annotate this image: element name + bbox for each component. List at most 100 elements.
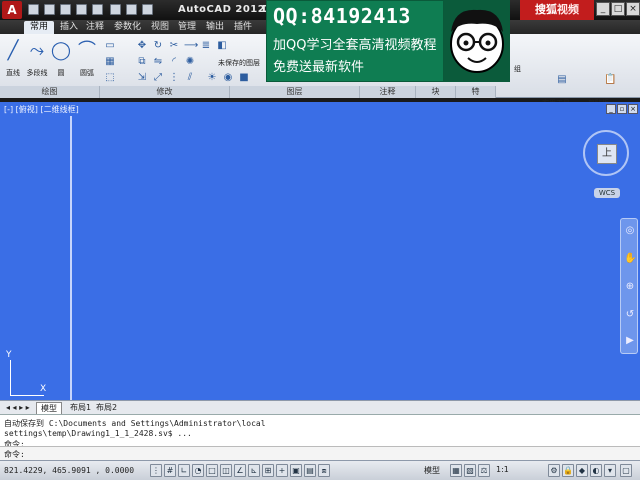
viewport-controls[interactable]: [-] [俯视] [二维线框] bbox=[4, 104, 79, 115]
isolate-objects-icon[interactable]: ◐ bbox=[590, 464, 602, 477]
extend-icon[interactable]: ⟶ bbox=[184, 40, 198, 52]
viewport-close-button[interactable]: × bbox=[628, 104, 638, 114]
layer-icon[interactable]: ◧ bbox=[216, 40, 228, 52]
rotate-icon[interactable]: ↻ bbox=[152, 40, 164, 52]
brand-watermark: 搜狐视频 bbox=[520, 0, 594, 20]
trim-icon[interactable]: ✂ bbox=[168, 40, 180, 52]
lock-ui-icon[interactable]: 🔒 bbox=[562, 464, 574, 477]
fillet-icon[interactable]: ◜ bbox=[168, 56, 180, 68]
tab-annotate[interactable]: 注释 bbox=[80, 21, 110, 34]
ducs-icon[interactable]: ⊾ bbox=[248, 464, 260, 477]
maximize-button[interactable]: □ bbox=[611, 2, 625, 16]
tab-layout1[interactable]: 布局1 bbox=[66, 402, 95, 414]
layer-state-text[interactable]: 未保存的图层 bbox=[218, 58, 260, 68]
tab-plugins[interactable]: 插件 bbox=[228, 21, 258, 34]
arc-button[interactable]: ⌒ 圆弧 bbox=[74, 38, 100, 82]
close-button[interactable]: × bbox=[626, 2, 640, 16]
hatch-icon[interactable]: ▦ bbox=[104, 56, 116, 68]
color-swatch-icon[interactable]: ■ bbox=[238, 72, 250, 84]
move-icon[interactable]: ✥ bbox=[136, 40, 148, 52]
quick-view-drawings-icon[interactable]: ▧ bbox=[464, 464, 476, 477]
region-icon[interactable]: ⬚ bbox=[104, 72, 116, 84]
panel-title-draw[interactable]: 绘图 bbox=[0, 86, 100, 98]
pan-icon[interactable]: ✋ bbox=[624, 253, 636, 265]
circle-button[interactable]: ◯ 圆 bbox=[48, 38, 74, 82]
drawn-line[interactable] bbox=[70, 116, 72, 400]
quick-properties-icon[interactable]: ▤ bbox=[304, 464, 316, 477]
tab-manage[interactable]: 管理 bbox=[172, 21, 202, 34]
array-icon[interactable]: ⋮ bbox=[168, 72, 180, 84]
mirror-icon[interactable]: ⇋ bbox=[152, 56, 164, 68]
snap-icon[interactable]: ⋮ bbox=[150, 464, 162, 477]
otrack-icon[interactable]: ∠ bbox=[234, 464, 246, 477]
save-icon[interactable] bbox=[60, 4, 71, 15]
new-file-icon[interactable] bbox=[28, 4, 39, 15]
showmotion-icon[interactable]: ▶ bbox=[624, 335, 636, 347]
offset-icon[interactable]: ⫽ bbox=[184, 72, 196, 84]
polar-icon[interactable]: ◔ bbox=[192, 464, 204, 477]
tab-layout2[interactable]: 布局2 bbox=[92, 402, 121, 414]
workspace-icon[interactable]: ⚙ bbox=[548, 464, 560, 477]
line-icon: ╱ bbox=[7, 40, 19, 61]
3d-osnap-icon[interactable]: ◫ bbox=[220, 464, 232, 477]
panel-title-modify[interactable]: 修改 bbox=[100, 86, 230, 98]
stretch-icon[interactable]: ⇲ bbox=[136, 72, 148, 84]
tab-home[interactable]: 常用 bbox=[24, 21, 55, 34]
hardware-acceleration-icon[interactable]: ◆ bbox=[576, 464, 588, 477]
statusbar-menu-icon[interactable]: ▾ bbox=[604, 464, 616, 477]
scale-icon[interactable]: ⤢ bbox=[152, 72, 164, 84]
viewport-minimize-button[interactable]: _ bbox=[606, 104, 616, 114]
status-bar: 821.4229, 465.9091 , 0.0000 ⋮ # ∟ ◔ □ ◫ … bbox=[0, 460, 640, 480]
tab-parametric[interactable]: 参数化 bbox=[108, 21, 147, 34]
model-space-button[interactable]: 模型 bbox=[424, 465, 440, 476]
promo-overlay: QQ:84192413 加QQ学习全套高清视频教程 免费送最新软件 bbox=[266, 0, 444, 82]
line-button[interactable]: ╱ 直线 bbox=[0, 38, 26, 82]
grid-icon[interactable]: # bbox=[164, 464, 176, 477]
steering-wheel-icon[interactable]: ◎ bbox=[624, 225, 636, 237]
annotation-scale-value[interactable]: 1:1 bbox=[496, 465, 509, 474]
panel-title-block[interactable]: 块 bbox=[416, 86, 456, 98]
explode-icon[interactable]: ✺ bbox=[184, 56, 196, 68]
viewcube-top-face[interactable]: 上 bbox=[597, 144, 617, 164]
quick-view-layouts-icon[interactable]: ▦ bbox=[450, 464, 462, 477]
clean-screen-icon[interactable]: ▢ bbox=[620, 464, 632, 477]
layer-properties-icon[interactable]: ≣ bbox=[200, 40, 212, 52]
tab-view[interactable]: 视图 bbox=[145, 21, 175, 34]
dyn-icon[interactable]: ⊞ bbox=[262, 464, 274, 477]
ortho-icon[interactable]: ∟ bbox=[178, 464, 190, 477]
save-as-icon[interactable] bbox=[76, 4, 87, 15]
copy-icon[interactable]: ⧉ bbox=[136, 56, 148, 68]
minimize-button[interactable]: _ bbox=[596, 2, 610, 16]
print-icon[interactable] bbox=[92, 4, 103, 15]
rectangle-icon[interactable]: ▭ bbox=[104, 40, 116, 52]
drawing-canvas[interactable]: [-] [俯视] [二维线框] _ ▫ × Y X 上 WCS ◎ ✋ ⊕ ↺ … bbox=[0, 102, 640, 400]
selection-cycling-icon[interactable]: ⧈ bbox=[318, 464, 330, 477]
undo-icon[interactable] bbox=[110, 4, 121, 15]
wcs-menu[interactable]: WCS bbox=[594, 188, 620, 198]
polyline-button[interactable]: ⤳ 多段线 bbox=[24, 38, 50, 82]
coordinate-readout[interactable]: 821.4229, 465.9091 , 0.0000 bbox=[4, 466, 134, 475]
tab-nav-arrows[interactable]: ◂ ◂ ▸ ▸ bbox=[2, 402, 34, 414]
osnap-icon[interactable]: □ bbox=[206, 464, 218, 477]
group-label[interactable]: 组 bbox=[514, 64, 521, 74]
transparency-icon[interactable]: ▣ bbox=[290, 464, 302, 477]
lineweight-icon[interactable]: + bbox=[276, 464, 288, 477]
annotation-scale-icon[interactable]: ⚖ bbox=[478, 464, 490, 477]
orbit-icon[interactable]: ↺ bbox=[624, 309, 636, 321]
application-menu-button[interactable]: A bbox=[2, 1, 22, 19]
zoom-icon[interactable]: ⊕ bbox=[624, 281, 636, 293]
redo-icon[interactable] bbox=[126, 4, 137, 15]
tab-model[interactable]: 模型 bbox=[36, 402, 62, 414]
panel-title-layers[interactable]: 图层 bbox=[230, 86, 360, 98]
panel-title-annotation[interactable]: 注释 bbox=[360, 86, 416, 98]
lock-icon[interactable]: ◉ bbox=[222, 72, 234, 84]
tab-output[interactable]: 输出 bbox=[200, 21, 230, 34]
quick-access-dropdown-icon[interactable] bbox=[142, 4, 153, 15]
command-input[interactable]: 命令: bbox=[0, 446, 640, 460]
viewport-restore-button[interactable]: ▫ bbox=[617, 104, 627, 114]
open-file-icon[interactable] bbox=[44, 4, 55, 15]
bulb-icon[interactable]: ☀ bbox=[206, 72, 218, 84]
panel-title-properties[interactable]: 特 bbox=[456, 86, 496, 98]
paste-icon[interactable]: 📋 bbox=[604, 74, 616, 86]
measure-icon[interactable]: ▤ bbox=[556, 74, 568, 86]
